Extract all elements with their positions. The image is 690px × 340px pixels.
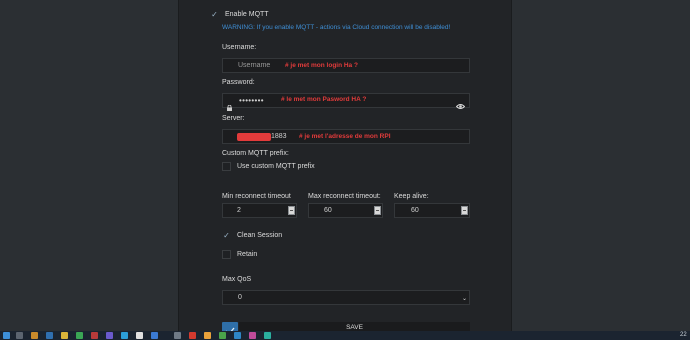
max-timeout-value: 60: [324, 207, 332, 214]
username-annotation: # je met mon login Ha ?: [285, 62, 358, 69]
background-left: [0, 0, 178, 331]
enable-mqtt-checkbox[interactable]: ✓: [210, 10, 219, 19]
taskbar-app-icon[interactable]: [16, 332, 23, 339]
taskbar-app-icon[interactable]: [234, 332, 241, 339]
chevron-down-icon: ⌄: [462, 296, 468, 302]
username-field[interactable]: Username # je met mon login Ha ?: [222, 58, 470, 73]
qos-select[interactable]: 0 ⌄: [222, 290, 470, 305]
taskbar-app-icon[interactable]: [249, 332, 256, 339]
custom-prefix-checkbox[interactable]: [222, 162, 231, 171]
min-timeout-input[interactable]: 2: [222, 203, 297, 218]
taskbar-app-icon[interactable]: [91, 332, 98, 339]
password-value: ••••••••: [239, 96, 264, 105]
taskbar-app-icon[interactable]: [174, 332, 181, 339]
taskbar: 22: [0, 331, 690, 340]
eye-icon[interactable]: [455, 97, 466, 109]
mqtt-warning: WARNING: If you enable MQTT - actions vi…: [222, 24, 451, 31]
min-timeout-stepper[interactable]: [288, 206, 295, 215]
username-placeholder: Username: [238, 62, 271, 69]
taskbar-app-icon[interactable]: [121, 332, 128, 339]
prefix-label: Custom MQTT prefix:: [222, 150, 289, 157]
enable-mqtt-label: Enable MQTT: [225, 11, 269, 18]
taskbar-app-icon[interactable]: [264, 332, 271, 339]
qos-value: 0: [238, 294, 242, 301]
taskbar-app-icon[interactable]: [151, 332, 158, 339]
taskbar-app-icon[interactable]: [46, 332, 53, 339]
keepalive-value: 60: [411, 207, 419, 214]
windows-start-icon[interactable]: [3, 332, 10, 339]
taskbar-app-icon[interactable]: [31, 332, 38, 339]
taskbar-app-icon[interactable]: [76, 332, 83, 339]
max-timeout-label: Max reconnect timeout:: [308, 193, 381, 200]
taskbar-app-icon[interactable]: [61, 332, 68, 339]
lock-icon: [227, 98, 232, 111]
server-annotation: # je met l'adresse de mon RPI: [299, 133, 391, 140]
save-button[interactable]: SAVE: [239, 322, 470, 331]
server-port: 1883: [271, 133, 287, 140]
qos-label: Max QoS: [222, 276, 252, 283]
password-field[interactable]: •••••••• # le met mon Pasword HA ?: [222, 93, 470, 111]
password-annotation: # le met mon Pasword HA ?: [281, 96, 367, 103]
username-label: Username:: [222, 44, 257, 51]
min-timeout-label: Min reconnect timeout: [222, 193, 291, 200]
taskbar-app-icon[interactable]: [219, 332, 226, 339]
retain-checkbox[interactable]: [222, 250, 231, 259]
save-check-icon[interactable]: [222, 322, 238, 335]
max-timeout-input[interactable]: 60: [308, 203, 383, 218]
background-right: [512, 0, 690, 331]
taskbar-app-icon[interactable]: [136, 332, 143, 339]
server-field[interactable]: 1883 # je met l'adresse de mon RPI: [222, 129, 470, 144]
server-label: Server:: [222, 115, 245, 122]
keepalive-input[interactable]: 60: [394, 203, 470, 218]
retain-label: Retain: [237, 251, 258, 258]
server-redaction: [237, 133, 271, 141]
keepalive-label: Keep alive:: [394, 193, 429, 200]
taskbar-clock: 22: [680, 332, 687, 338]
taskbar-app-icon[interactable]: [106, 332, 113, 339]
clean-session-label: Clean Session: [237, 232, 283, 239]
clean-session-checkbox[interactable]: ✓: [222, 231, 231, 240]
keepalive-stepper[interactable]: [461, 206, 468, 215]
mqtt-settings-panel: ✓ Enable MQTT WARNING: If you enable MQT…: [178, 0, 512, 335]
custom-prefix-checkbox-label: Use custom MQTT prefix: [237, 163, 315, 170]
taskbar-app-icon[interactable]: [189, 332, 196, 339]
min-timeout-value: 2: [237, 207, 241, 214]
taskbar-app-icon[interactable]: [204, 332, 211, 339]
max-timeout-stepper[interactable]: [374, 206, 381, 215]
password-label: Password:: [222, 79, 255, 86]
